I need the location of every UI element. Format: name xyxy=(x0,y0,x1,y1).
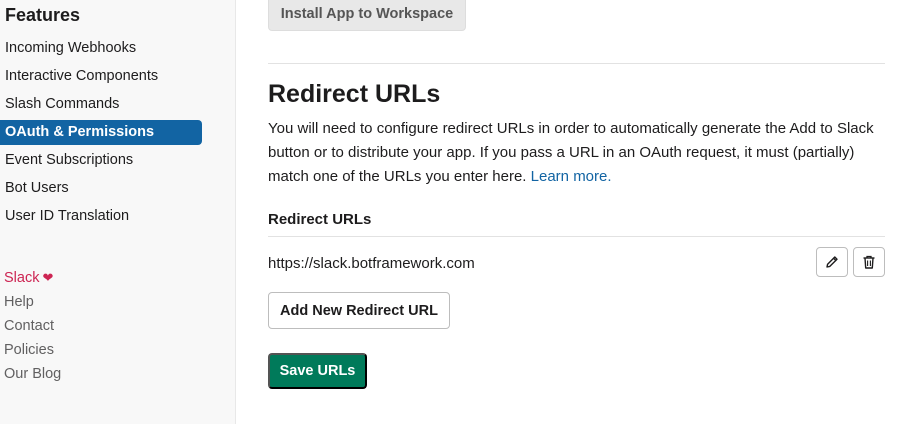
list-divider xyxy=(268,236,885,237)
redirect-url-row: https://slack.botframework.com xyxy=(268,245,885,281)
delete-url-button[interactable] xyxy=(853,247,885,277)
learn-more-link[interactable]: Learn more. xyxy=(531,168,612,185)
sidebar-item-user-id-translation[interactable]: User ID Translation xyxy=(0,204,202,229)
trash-icon xyxy=(863,255,875,269)
footer-link-slack-label: Slack xyxy=(4,270,40,286)
footer-links: Slack ❤ Help Contact Policies Our Blog xyxy=(4,268,61,388)
sidebar: Features Incoming Webhooks Interactive C… xyxy=(0,0,236,424)
sidebar-item-incoming-webhooks[interactable]: Incoming Webhooks xyxy=(0,36,202,61)
footer-link-slack[interactable]: Slack ❤ xyxy=(4,268,61,292)
app-window: Features Incoming Webhooks Interactive C… xyxy=(0,0,917,424)
heart-icon: ❤ xyxy=(42,270,54,285)
section-title: Redirect URLs xyxy=(268,80,441,108)
footer-link-blog[interactable]: Our Blog xyxy=(4,364,61,388)
install-app-button[interactable]: Install App to Workspace xyxy=(268,0,466,31)
footer-link-help[interactable]: Help xyxy=(4,292,61,316)
sidebar-item-interactive-components[interactable]: Interactive Components xyxy=(0,64,202,89)
sidebar-item-event-subscriptions[interactable]: Event Subscriptions xyxy=(0,148,202,173)
sidebar-item-oauth-permissions[interactable]: OAuth & Permissions xyxy=(0,120,202,145)
sidebar-heading: Features xyxy=(5,5,81,25)
sidebar-item-bot-users[interactable]: Bot Users xyxy=(0,176,202,201)
main-content: Install App to Workspace Redirect URLs Y… xyxy=(236,0,917,424)
footer-link-contact[interactable]: Contact xyxy=(4,316,61,340)
edit-url-button[interactable] xyxy=(816,247,848,277)
footer-link-policies[interactable]: Policies xyxy=(4,340,61,364)
pencil-icon xyxy=(826,256,838,268)
section-divider xyxy=(268,63,885,64)
features-nav: Incoming Webhooks Interactive Components… xyxy=(0,36,202,232)
add-redirect-url-button[interactable]: Add New Redirect URL xyxy=(268,292,450,329)
redirect-urls-subtitle: Redirect URLs xyxy=(268,211,372,228)
sidebar-item-slash-commands[interactable]: Slash Commands xyxy=(0,92,202,117)
save-urls-button[interactable]: Save URLs xyxy=(268,353,367,389)
section-description: You will need to configure redirect URLs… xyxy=(268,117,888,189)
redirect-url-value: https://slack.botframework.com xyxy=(268,255,475,272)
